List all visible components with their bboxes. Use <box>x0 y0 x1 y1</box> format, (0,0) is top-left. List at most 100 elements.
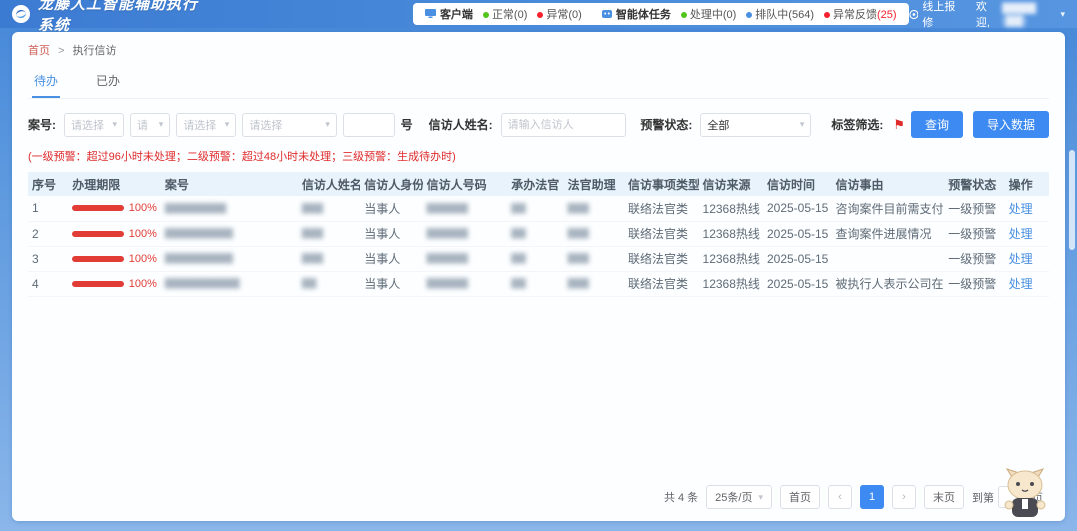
case-number-label: 案号: <box>28 116 56 133</box>
petition-type-cell: 联络法官类 <box>624 271 699 296</box>
phone-cell: ▇▇▇▇▇▇ <box>423 196 508 221</box>
warning-status-cell: 一级预警 <box>944 221 1004 246</box>
phone-cell: ▇▇▇▇▇▇ <box>423 271 508 296</box>
handle-link[interactable]: 处理 <box>1009 202 1033 216</box>
judge-cell: ▇▇ <box>507 196 563 221</box>
tab-done[interactable]: 已办 <box>94 68 122 98</box>
scrollbar-thumb[interactable] <box>1069 150 1075 250</box>
page-size-select[interactable]: 25条/页▾ <box>706 485 772 509</box>
tab-todo[interactable]: 待办 <box>32 68 60 98</box>
chevron-down-icon: ▾ <box>159 119 164 130</box>
col-header: 信访事项类型 <box>624 172 699 196</box>
row-index: 4 <box>28 271 68 296</box>
row-index: 3 <box>28 246 68 271</box>
petitioner-name-cell: ▇▇▇ <box>298 221 360 246</box>
handle-link[interactable]: 处理 <box>1009 252 1033 266</box>
table-header-row: 序号 办理期限 案号 信访人姓名 信访人身份 信访人号码 承办法官 法官助理 信… <box>28 172 1049 196</box>
table-row: 4 100% ▇▇▇▇▇▇▇▇▇▇▇ ▇▇ 当事人 ▇▇▇▇▇▇ ▇▇ ▇▇▇ … <box>28 271 1049 296</box>
breadcrumb-home-link[interactable]: 首页 <box>28 45 50 57</box>
col-header: 办理期限 <box>68 172 161 196</box>
case-number-input-field[interactable] <box>350 119 388 131</box>
progress-bar <box>72 231 123 237</box>
identity-cell: 当事人 <box>360 271 422 296</box>
case-number-cell: ▇▇▇▇▇▇▇▇▇▇▇ <box>161 271 298 296</box>
current-page-button[interactable]: 1 <box>860 485 884 509</box>
col-header: 信访人号码 <box>423 172 508 196</box>
case-court-select[interactable]: 请▾ <box>130 113 170 137</box>
warning-legend-text: (一级预警：超过96小时未处理；二级预警：超过48小时未处理；三级预警：生成待办… <box>28 148 1049 164</box>
col-header: 承办法官 <box>507 172 563 196</box>
row-index: 2 <box>28 221 68 246</box>
case-type-select[interactable]: 请选择▾ <box>176 113 236 137</box>
app-title: 龙藤人工智能辅助执行系统 <box>38 0 213 35</box>
chevron-down-icon: ▾ <box>758 492 763 503</box>
table-row: 2 100% ▇▇▇▇▇▇▇▇▇▇ ▇▇▇ 当事人 ▇▇▇▇▇▇ ▇▇ ▇▇▇ … <box>28 221 1049 246</box>
import-data-button[interactable]: 导入数据 <box>973 111 1049 138</box>
search-button[interactable]: 查询 <box>911 111 963 138</box>
total-count: 共 4 条 <box>664 489 698 505</box>
red-flag-icon[interactable]: ⚑ <box>893 117 905 133</box>
col-header: 法官助理 <box>564 172 624 196</box>
app-logo-icon <box>12 5 30 23</box>
robot-icon <box>602 9 612 19</box>
last-page-button[interactable]: 末页 <box>924 485 964 509</box>
chevron-down-icon: ▾ <box>325 119 330 130</box>
client-status-label: 客户端 <box>425 6 473 22</box>
handle-link[interactable]: 处理 <box>1009 227 1033 241</box>
source-cell: 12368热线 <box>699 196 763 221</box>
next-page-button[interactable]: › <box>892 485 916 509</box>
identity-cell: 当事人 <box>360 196 422 221</box>
client-normal-stat: 正常(0) <box>483 6 527 22</box>
case-category-select[interactable]: 请选择▾ <box>242 113 337 137</box>
handle-link[interactable]: 处理 <box>1009 277 1033 291</box>
petitioner-name-label: 信访人姓名: <box>429 116 493 133</box>
content-card: 首页 > 执行信访 待办 已办 案号: 请选择▾ 请▾ 请选择▾ 请选择▾ 号 … <box>12 32 1065 521</box>
progress-bar <box>72 281 123 287</box>
progress-bar <box>72 205 123 211</box>
progress-cell: 100% <box>68 196 161 221</box>
status-pill: 客户端 正常(0) 异常(0) 智能体任务 处理中(0) 排队中(564) 异常… <box>413 3 909 25</box>
chevron-down-icon: ▾ <box>1060 9 1065 20</box>
petition-type-cell: 联络法官类 <box>624 221 699 246</box>
phone-cell: ▇▇▇▇▇▇ <box>423 221 508 246</box>
mascot-character[interactable] <box>999 463 1051 519</box>
tab-bar: 待办 已办 <box>28 68 1049 99</box>
warning-status-label: 预警状态: <box>640 116 692 133</box>
progress-percent: 100% <box>129 202 157 214</box>
warning-status-cell: 一级预警 <box>944 271 1004 296</box>
red-dot-icon <box>824 12 830 18</box>
assistant-cell: ▇▇▇ <box>564 271 624 296</box>
user-menu[interactable]: 欢迎, ▇▇▇▇ (▇▇) ▾ <box>976 0 1065 30</box>
col-header: 信访人姓名 <box>298 172 360 196</box>
agent-feedback-stat: 异常反馈(25) <box>824 6 897 22</box>
col-header: 信访事由 <box>831 172 944 196</box>
col-header: 信访人身份 <box>360 172 422 196</box>
petitioner-name-input-field[interactable] <box>508 119 620 131</box>
case-number-input[interactable] <box>343 113 395 137</box>
filter-bar: 案号: 请选择▾ 请▾ 请选择▾ 请选择▾ 号 信访人姓名: 预警状态: 全部▾… <box>28 111 1049 138</box>
reason-cell: 查询案件进展情况 <box>831 221 944 246</box>
col-header: 信访时间 <box>763 172 831 196</box>
case-number-cell: ▇▇▇▇▇▇▇▇▇▇ <box>161 221 298 246</box>
petition-type-cell: 联络法官类 <box>624 246 699 271</box>
first-page-button[interactable]: 首页 <box>780 485 820 509</box>
online-repair-button[interactable]: 线上报修 <box>909 0 962 30</box>
progress-cell: 100% <box>68 271 161 296</box>
col-header: 案号 <box>161 172 298 196</box>
judge-cell: ▇▇ <box>507 221 563 246</box>
row-index: 1 <box>28 196 68 221</box>
progress-percent: 100% <box>129 253 157 265</box>
time-cell: 2025-05-15 1... <box>763 271 831 296</box>
goto-prefix: 到第 <box>972 493 994 505</box>
headset-icon <box>909 9 919 20</box>
case-year-select[interactable]: 请选择▾ <box>64 113 124 137</box>
source-cell: 12368热线 <box>699 271 763 296</box>
red-dot-icon <box>537 12 543 18</box>
col-header: 预警状态 <box>944 172 1004 196</box>
reason-cell: 被执行人表示公司在走... <box>831 271 944 296</box>
breadcrumb-current: 执行信访 <box>73 45 117 57</box>
prev-page-button[interactable]: ‹ <box>828 485 852 509</box>
chevron-down-icon: ▾ <box>800 119 805 130</box>
petitioner-name-input[interactable] <box>501 113 627 137</box>
warning-status-select[interactable]: 全部▾ <box>700 113 811 137</box>
